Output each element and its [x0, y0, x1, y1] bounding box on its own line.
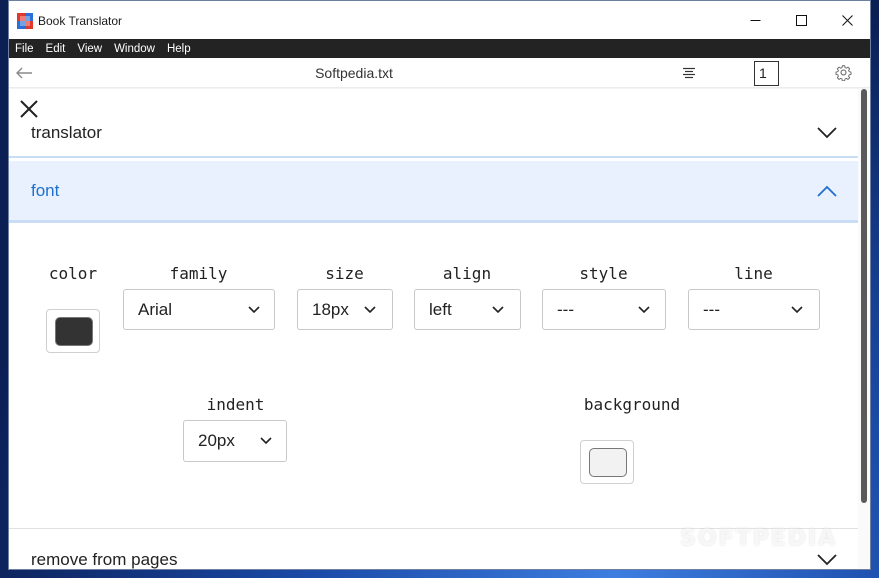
- chevron-down-icon: [817, 554, 837, 566]
- page-number-input[interactable]: 1: [754, 61, 779, 86]
- chevron-down-icon: [791, 306, 803, 314]
- text-color-swatch: [55, 317, 93, 346]
- chevron-down-icon: [260, 437, 272, 445]
- chevron-down-icon: [817, 127, 837, 139]
- background-label: background: [583, 395, 681, 414]
- line-value: ---: [703, 300, 720, 319]
- section-remove-label: remove from pages: [31, 550, 178, 569]
- size-value: 18px: [312, 300, 349, 319]
- app-window: Book Translator File Edit View Window He…: [8, 0, 871, 570]
- menu-edit[interactable]: Edit: [40, 43, 72, 55]
- toolbar: Softpedia.txt 1: [9, 58, 870, 88]
- align-select[interactable]: left: [414, 289, 521, 330]
- align-label: align: [442, 264, 492, 283]
- maximize-button[interactable]: [778, 1, 824, 39]
- app-logo-icon: [17, 13, 33, 29]
- section-font-header[interactable]: font: [9, 161, 859, 223]
- menu-bar: File Edit View Window Help: [9, 39, 870, 58]
- chevron-down-icon: [492, 306, 504, 314]
- scrollbar-thumb[interactable]: [861, 89, 867, 503]
- file-title: Softpedia.txt: [315, 65, 393, 81]
- title-bar: Book Translator: [9, 1, 870, 39]
- settings-panel: translator font color family size align …: [9, 89, 859, 569]
- chevron-up-icon: [817, 185, 837, 197]
- minimize-icon: [750, 19, 760, 21]
- text-color-picker[interactable]: [46, 309, 100, 353]
- menu-help[interactable]: Help: [161, 43, 197, 55]
- gear-icon[interactable]: [835, 64, 852, 81]
- indent-label: indent: [206, 395, 265, 414]
- menu-window[interactable]: Window: [108, 43, 161, 55]
- background-color-swatch: [589, 448, 627, 477]
- section-font-label: font: [31, 181, 60, 200]
- style-value: ---: [557, 300, 574, 319]
- line-select[interactable]: ---: [688, 289, 820, 330]
- style-select[interactable]: ---: [542, 289, 666, 330]
- vertical-scrollbar[interactable]: [858, 89, 870, 569]
- background-color-picker[interactable]: [580, 440, 634, 484]
- section-translator-header[interactable]: translator: [9, 111, 859, 158]
- close-icon: [841, 14, 853, 26]
- chevron-down-icon: [364, 306, 376, 314]
- indent-select[interactable]: 20px: [183, 420, 287, 462]
- window-title: Book Translator: [38, 14, 123, 28]
- close-window-button[interactable]: [824, 1, 870, 39]
- table-of-contents-icon[interactable]: [682, 67, 696, 79]
- chevron-down-icon: [248, 306, 260, 314]
- watermark: SOFTPEDIA: [680, 526, 838, 551]
- size-label: size: [325, 264, 364, 283]
- align-value: left: [429, 300, 452, 319]
- family-label: family: [169, 264, 228, 283]
- style-label: style: [579, 264, 628, 283]
- chevron-down-icon: [638, 306, 650, 314]
- maximize-icon: [795, 14, 807, 26]
- size-select[interactable]: 18px: [297, 289, 393, 330]
- section-translator-label: translator: [31, 123, 102, 142]
- color-label: color: [48, 264, 98, 283]
- menu-file[interactable]: File: [9, 43, 40, 55]
- family-select[interactable]: Arial: [123, 289, 275, 330]
- family-value: Arial: [138, 300, 173, 319]
- menu-view[interactable]: View: [71, 43, 108, 55]
- minimize-button[interactable]: [732, 1, 778, 39]
- line-label: line: [734, 264, 773, 283]
- indent-value: 20px: [198, 431, 235, 450]
